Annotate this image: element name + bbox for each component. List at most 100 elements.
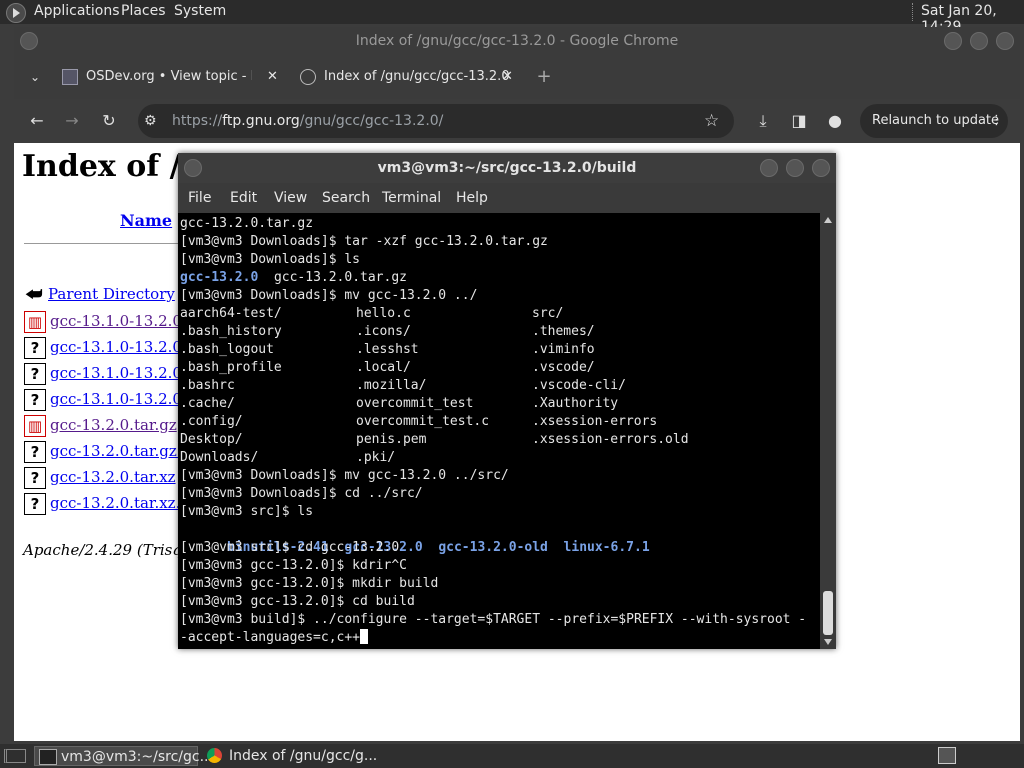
taskbar-item-label: Index of /gnu/gcc/g... <box>229 748 378 764</box>
ls-entry: .icons/ <box>356 324 411 339</box>
ls-dir-entry: gcc-13.2.0 <box>180 270 259 285</box>
reload-icon[interactable]: ↻ <box>99 111 119 131</box>
address-bar[interactable]: ⚙ https://ftp.gnu.org/gnu/gcc/gcc-13.2.0… <box>138 104 734 138</box>
list-item: ? gcc-13.2.0.tar.xz.sig <box>24 493 202 515</box>
minimize-icon[interactable] <box>760 159 778 177</box>
terminal-line: [vm3@vm3 Downloads]$ cd ../src/ <box>180 486 423 501</box>
bookmark-star-icon[interactable]: ☆ <box>704 104 719 138</box>
ls-file-entry: gcc-13.2.0.tar.gz <box>273 270 407 285</box>
terminal-line: [vm3@vm3 gcc-13.2.0]$ mkdir build <box>180 576 439 591</box>
profile-avatar-icon[interactable]: ● <box>825 111 845 131</box>
column-name-sort-link[interactable]: Name <box>120 211 172 230</box>
ls-entry: .mozilla/ <box>356 378 427 393</box>
terminal-line: [vm3@vm3 src]$ ls <box>180 504 314 519</box>
terminal-icon <box>39 749 57 765</box>
menu-file[interactable]: File <box>188 190 211 206</box>
taskbar-item-label: vm3@vm3:~/src/gc... <box>61 749 213 765</box>
parent-directory-link[interactable]: Parent Directory <box>48 285 175 303</box>
terminal-scrollbar[interactable] <box>820 213 836 649</box>
scroll-up-icon[interactable] <box>824 217 832 223</box>
menu-terminal[interactable]: Terminal <box>382 190 441 206</box>
ls-column-2: hello.c .icons/ .lesshst .local/ .mozilla/ov… <box>356 305 489 467</box>
menu-help[interactable]: Help <box>456 190 488 206</box>
download-icon[interactable]: ⤓ <box>753 111 773 131</box>
close-icon[interactable] <box>996 32 1014 50</box>
close-icon[interactable] <box>812 159 830 177</box>
tab-close-icon[interactable]: ✕ <box>502 61 513 93</box>
menu-system[interactable]: System <box>174 3 226 19</box>
globe-icon <box>300 69 316 85</box>
show-desktop-handle-icon[interactable] <box>4 749 26 763</box>
scroll-down-icon[interactable] <box>824 639 832 645</box>
ls-entry: Downloads/ <box>180 450 259 465</box>
menu-view[interactable]: View <box>274 190 307 206</box>
terminal-cursor <box>360 629 369 644</box>
list-item: ? gcc-13.2.0.tar.xz <box>24 467 176 489</box>
chrome-icon <box>207 748 222 763</box>
tab-search-chevron-icon[interactable]: ⌄ <box>25 67 45 87</box>
unknown-file-icon: ? <box>24 441 46 463</box>
url-path: /gnu/gcc/gcc-13.2.0/ <box>299 113 444 129</box>
window-menu-icon[interactable] <box>20 32 38 50</box>
unknown-file-icon: ? <box>24 389 46 411</box>
ls-column-3: src/ .themes/ .viminfo .vscode/ .vscode-cli/… <box>532 305 689 449</box>
maximize-icon[interactable] <box>786 159 804 177</box>
menu-places[interactable]: Places <box>121 3 166 19</box>
terminal-line: [vm3@vm3 gcc-13.2.0]$ cd build <box>180 594 415 609</box>
menu-edit[interactable]: Edit <box>230 190 257 206</box>
forward-arrow-icon[interactable]: → <box>62 111 82 131</box>
terminal-output[interactable]: gcc-13.2.0.tar.gz [vm3@vm3 Downloads]$ t… <box>178 213 820 649</box>
window-menu-icon[interactable] <box>184 159 202 177</box>
new-tab-plus-icon[interactable]: + <box>534 67 554 87</box>
taskbar-item-chrome[interactable]: Index of /gnu/gcc/g... <box>203 746 377 766</box>
list-item: ⮨ Parent Directory <box>24 285 175 307</box>
tab-osdev-label: OSDev.org • View topic - Erro <box>86 69 252 84</box>
ls-entry: .bash_history <box>180 324 282 339</box>
tab-osdev[interactable]: OSDev.org • View topic - Erro ✕ <box>62 61 286 93</box>
terminal-line: [vm3@vm3 Downloads]$ ls <box>180 252 361 267</box>
tab-gnu-index-label: Index of /gnu/gcc/gcc-13.2.0 <box>324 69 510 84</box>
menu-applications[interactable]: Applications <box>34 3 120 19</box>
file-link[interactable]: gcc-13.2.0.tar.gz <box>50 416 177 434</box>
compressed-file-icon: ▥ <box>24 311 46 333</box>
osdev-favicon-icon <box>62 69 78 85</box>
ls-column-1: aarch64-test/ .bash_history .bash_logout .b… <box>180 305 282 467</box>
tab-gnu-index[interactable]: Index of /gnu/gcc/gcc-13.2.0 ✕ <box>300 61 522 93</box>
top-panel: Applications Places System Sat Jan 20, 1… <box>0 0 1024 35</box>
unknown-file-icon: ? <box>24 337 46 359</box>
back-arrow-icon[interactable]: ← <box>27 111 47 131</box>
terminal-titlebar[interactable]: vm3@vm3:~/src/gcc-13.2.0/build <box>178 153 836 183</box>
ls-entry: .local/ <box>356 360 411 375</box>
chrome-titlebar[interactable]: Index of /gnu/gcc/gcc-13.2.0 - Google Ch… <box>14 27 1020 55</box>
terminal-line: [vm3@vm3 gcc-13.2.0]$ kdrir^C <box>180 558 407 573</box>
workspace-switcher-icon[interactable] <box>938 747 956 764</box>
menu-search[interactable]: Search <box>322 190 370 206</box>
site-info-icon[interactable]: ⚙ <box>144 104 157 138</box>
kebab-menu-icon[interactable]: ⋮ <box>990 104 1003 138</box>
ls-entry: Desktop/ <box>180 432 243 447</box>
taskbar-item-terminal[interactable]: vm3@vm3:~/src/gc... <box>34 746 213 766</box>
url-host: ftp.gnu.org <box>222 113 300 129</box>
terminal-line: gcc-13.2.0.tar.gz <box>180 216 314 231</box>
terminal-line: -accept-languages=c,c++ <box>180 629 369 647</box>
maximize-icon[interactable] <box>970 32 988 50</box>
ls-entry: .vscode-cli/ <box>532 378 626 393</box>
divider <box>24 243 194 244</box>
ls-entry: .Xauthority <box>532 396 619 411</box>
ls-entry: .viminfo <box>532 342 595 357</box>
ls-entry: .pki/ <box>356 450 396 465</box>
ls-entry: hello.c <box>356 306 411 321</box>
scrollbar-thumb[interactable] <box>823 591 833 635</box>
relaunch-button[interactable]: Relaunch to update ⋮ <box>860 104 1008 138</box>
ls-entry: aarch64-test/ <box>180 306 282 321</box>
distro-logo-icon[interactable] <box>6 3 26 23</box>
compressed-file-icon: ▥ <box>24 415 46 437</box>
tab-close-icon[interactable]: ✕ <box>267 61 278 93</box>
file-link[interactable]: gcc-13.2.0.tar.xz <box>50 468 176 486</box>
ls-entry: src/ <box>532 306 564 321</box>
panel-separator <box>912 3 916 21</box>
minimize-icon[interactable] <box>944 32 962 50</box>
ls-dir-entry: gcc-13.2.0-old <box>438 540 548 555</box>
ls-entry: .bashrc <box>180 378 235 393</box>
side-panel-icon[interactable]: ◨ <box>789 111 809 131</box>
